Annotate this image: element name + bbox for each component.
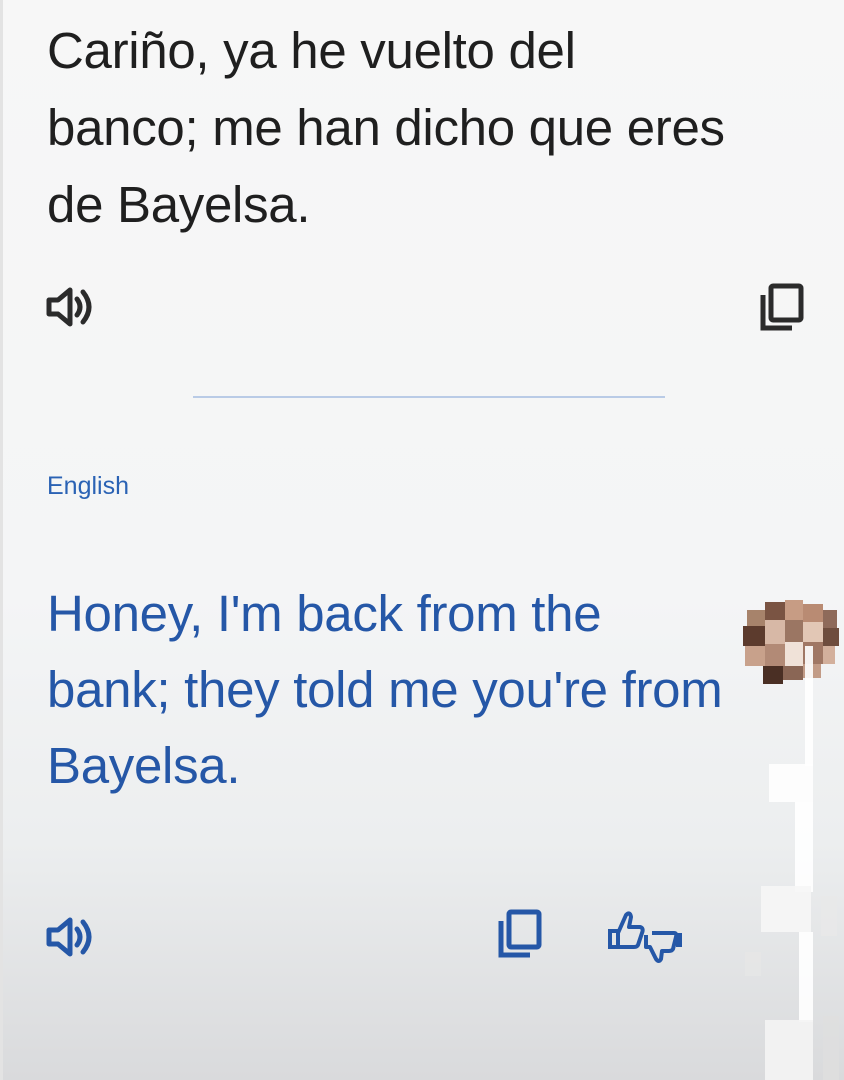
copy-icon [498, 909, 542, 958]
pixelated-overlay [743, 600, 839, 1080]
translation-copy-button[interactable] [493, 906, 547, 962]
source-copy-button[interactable] [755, 280, 809, 334]
source-text: Cariño, ya he vuelto del banco; me han d… [47, 22, 725, 233]
speaker-icon [46, 287, 92, 327]
rate-translation-button[interactable] [603, 902, 687, 964]
target-language-label: English [47, 472, 129, 500]
translated-text: Honey, I'm back from the bank; they told… [47, 585, 723, 794]
section-divider [193, 396, 665, 398]
translation-listen-button[interactable] [43, 912, 99, 962]
source-listen-button[interactable] [43, 282, 99, 332]
pixelated-avatar [743, 600, 839, 684]
translation-card: Cariño, ya he vuelto del banco; me han d… [0, 0, 844, 1080]
pixelated-bar [745, 646, 839, 1080]
speaker-icon [46, 917, 92, 957]
thumbs-feedback-icon [608, 911, 682, 963]
copy-icon [760, 283, 804, 331]
